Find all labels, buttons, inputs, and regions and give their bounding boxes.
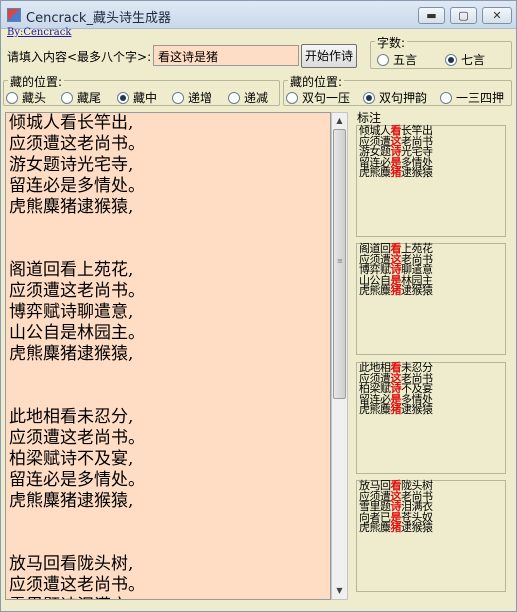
radio-decrease[interactable]: 递减 bbox=[228, 91, 268, 105]
radio-canghead-label: 藏头 bbox=[22, 91, 47, 105]
radio-qiyan-label: 七言 bbox=[461, 53, 486, 67]
poem-line: 虎熊麋猪逮猴猿, bbox=[9, 344, 134, 364]
radio-qiyan-dot bbox=[445, 54, 457, 66]
minimize-icon[interactable]: ▬ bbox=[418, 7, 445, 24]
radio-cangmid[interactable]: 藏中 bbox=[117, 91, 157, 105]
scroll-up-icon[interactable]: ▲ bbox=[332, 113, 347, 129]
radio-rhyme-1-dot bbox=[286, 92, 298, 104]
scroll-thumb[interactable]: ≡ bbox=[333, 129, 346, 399]
poem-spacer bbox=[9, 533, 145, 554]
position-group: 藏的位置: 藏头 藏尾 藏中 递增 递减 bbox=[3, 73, 280, 106]
grip-icon: ≡ bbox=[337, 257, 343, 265]
scroll-down-icon[interactable]: ▼ bbox=[332, 583, 347, 599]
poem-text: 倾城人看长竿出, 应须遭这老尚书。 游女题诗光宅寺, 留连必是多情处。 虎熊麋猪逮猴猿,… bbox=[9, 113, 145, 599]
app-window: Cencrack_藏头诗生成器 ▬ ▢ ✕ By:Cencrack 请填入内容<… bbox=[0, 0, 517, 612]
poem-scrollbar[interactable]: ▲ ≡ ▼ bbox=[331, 112, 348, 600]
poem-line: 阁道回看上苑花, bbox=[9, 260, 134, 280]
poem-line: 山公自是林园主。 bbox=[9, 323, 145, 343]
poem-line: 柏梁赋诗不及宴, bbox=[9, 449, 134, 469]
poem-line: 应须遭这老尚书。 bbox=[9, 428, 145, 448]
hidden-char: 猪 bbox=[390, 166, 402, 179]
hidden-char: 猪 bbox=[390, 284, 402, 297]
radio-rhyme-2[interactable]: 双句押韵 bbox=[363, 91, 427, 105]
poem-line: 留连必是多情处。 bbox=[9, 470, 145, 490]
radio-wuyan-label: 五言 bbox=[393, 53, 418, 67]
poem-line: 应须遭这老尚书。 bbox=[9, 575, 145, 595]
maximize-icon[interactable]: ▢ bbox=[450, 7, 477, 24]
radio-cangmid-dot bbox=[117, 92, 129, 104]
radio-cangtail-label: 藏尾 bbox=[77, 91, 102, 105]
poem-line: 博弈赋诗聊遣意, bbox=[9, 302, 134, 322]
radio-increase-label: 递增 bbox=[188, 91, 213, 105]
radio-cangtail-dot bbox=[61, 92, 73, 104]
title-bar[interactable]: Cencrack_藏头诗生成器 ▬ ▢ ✕ bbox=[1, 1, 516, 29]
poem-output[interactable]: 倾城人看长竿出, 应须遭这老尚书。 游女题诗光宅寺, 留连必是多情处。 虎熊麋猪逮猴猿,… bbox=[5, 112, 331, 600]
note-line: 虎熊麋猪逮猴猿 bbox=[359, 521, 433, 534]
note-box-1: 倾城人看长竿出 应须遭这老尚书 游女题诗光宅寺 留连必是多情处 虎熊麋猪逮猴猿 bbox=[356, 125, 506, 237]
note-box-2: 阁道回看上苑花 应须遭这老尚书 博弈赋诗聊遣意 山公自是林园主 虎熊麋猪逮猴猿 bbox=[356, 243, 506, 355]
app-icon bbox=[7, 8, 21, 22]
close-icon[interactable]: ✕ bbox=[482, 7, 512, 24]
zishu-group: 字数: 五言 七言 bbox=[370, 34, 512, 69]
poem-spacer bbox=[9, 386, 145, 407]
radio-wuyan[interactable]: 五言 bbox=[377, 53, 417, 67]
poem-spacer bbox=[9, 365, 145, 386]
generate-button[interactable]: 开始作诗 bbox=[301, 44, 357, 68]
note-line: 虎熊麋猪逮猴猿 bbox=[359, 403, 433, 416]
input-label: 请填入内容<最多八个字>: bbox=[7, 50, 152, 64]
radio-canghead-dot bbox=[6, 92, 18, 104]
poem-line: 虎熊麋猪逮猴猿, bbox=[9, 491, 134, 511]
radio-rhyme-2-label: 双句押韵 bbox=[379, 91, 428, 105]
radio-canghead[interactable]: 藏头 bbox=[6, 91, 46, 105]
rhyme-group: 藏的位置: 双句一压 双句押韵 一三四押 bbox=[283, 73, 512, 106]
note-line: 虎熊麋猪逮猴猿 bbox=[359, 284, 433, 297]
poem-line: 倾城人看长竿出, bbox=[9, 113, 134, 133]
poem-line: 虎熊麋猪逮猴猿, bbox=[9, 197, 134, 217]
radio-rhyme-3[interactable]: 一三四押 bbox=[440, 91, 504, 105]
note-box-4: 放马回看陇头树 应须遭这老尚书 雪里题诗泪满衣 向者已是苍头奴 虎熊麋猪逮猴猿 bbox=[356, 480, 506, 592]
radio-rhyme-3-dot bbox=[440, 92, 452, 104]
content-input[interactable]: 看这诗是猪 bbox=[153, 45, 299, 66]
hidden-char: 猪 bbox=[390, 403, 402, 416]
radio-cangmid-label: 藏中 bbox=[133, 91, 158, 105]
poem-line: 此地相看未忍分, bbox=[9, 407, 134, 427]
radio-rhyme-3-label: 一三四押 bbox=[456, 91, 505, 105]
hidden-char: 猪 bbox=[390, 521, 402, 534]
poem-line: 应须遭这老尚书。 bbox=[9, 134, 145, 154]
radio-rhyme-1-label: 双句一压 bbox=[302, 91, 351, 105]
poem-line: 放马回看陇头树, bbox=[9, 554, 134, 574]
poem-line: 留连必是多情处。 bbox=[9, 176, 145, 196]
rhyme-group-title: 藏的位置: bbox=[288, 73, 345, 90]
zishu-group-title: 字数: bbox=[375, 34, 408, 51]
poem-spacer bbox=[9, 239, 145, 260]
note-line: 虎熊麋猪逮猴猿 bbox=[359, 166, 433, 179]
radio-increase-dot bbox=[172, 92, 184, 104]
radio-wuyan-dot bbox=[377, 54, 389, 66]
radio-rhyme-2-dot bbox=[363, 92, 375, 104]
poem-spacer bbox=[9, 218, 145, 239]
radio-decrease-label: 递减 bbox=[244, 91, 269, 105]
radio-rhyme-1[interactable]: 双句一压 bbox=[286, 91, 350, 105]
radio-increase[interactable]: 递增 bbox=[172, 91, 212, 105]
author-link[interactable]: By:Cencrack bbox=[7, 27, 71, 38]
window-title: Cencrack_藏头诗生成器 bbox=[26, 11, 171, 26]
poem-spacer bbox=[9, 512, 145, 533]
poem-line: 游女题诗光宅寺, bbox=[9, 155, 134, 175]
radio-decrease-dot bbox=[228, 92, 240, 104]
position-group-title: 藏的位置: bbox=[8, 73, 65, 90]
poem-line: 雪里题诗泪满衣, bbox=[9, 596, 145, 599]
note-box-3: 此地相看未忍分 应须遭这老尚书 柏梁赋诗不及宴 留连必是多情处 虎熊麋猪逮猴猿 bbox=[356, 362, 506, 474]
radio-qiyan[interactable]: 七言 bbox=[445, 53, 485, 67]
poem-line: 应须遭这老尚书。 bbox=[9, 281, 145, 301]
radio-cangtail[interactable]: 藏尾 bbox=[61, 91, 101, 105]
